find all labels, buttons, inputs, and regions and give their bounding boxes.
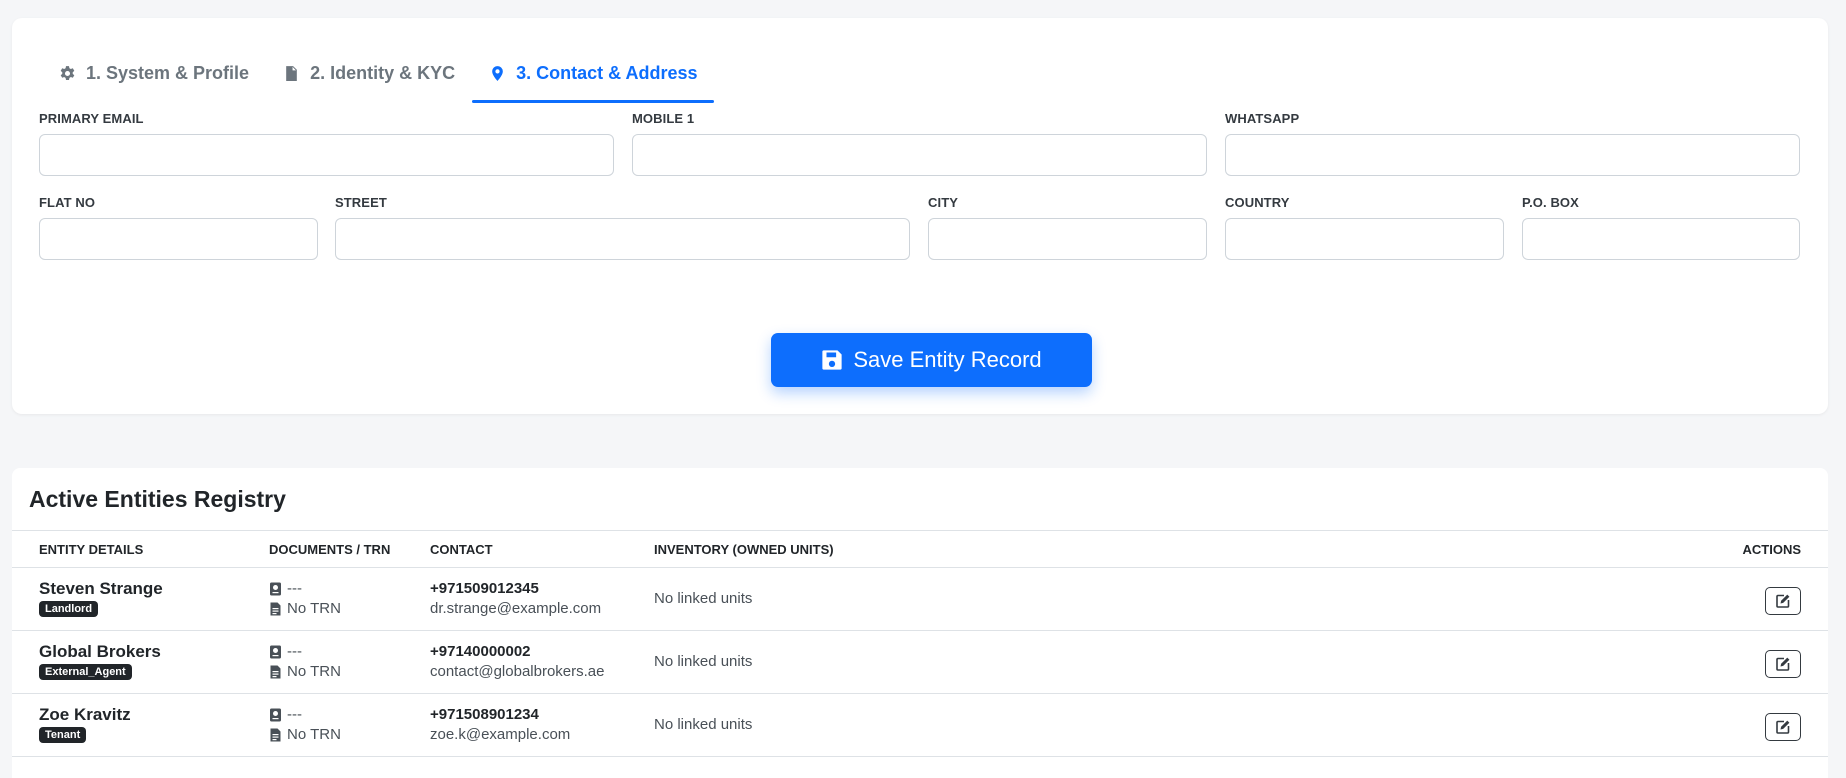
entities-registry-card: Active Entities Registry ENTITY DETAILS … <box>12 468 1828 778</box>
table-header: ENTITY DETAILS DOCUMENTS / TRN CONTACT I… <box>12 531 1828 568</box>
primary-email-group: PRIMARY EMAIL <box>39 111 614 176</box>
po-box-input[interactable] <box>1522 218 1800 260</box>
form-tabs: 1. System & Profile 2. Identity & KYC 3.… <box>42 44 715 103</box>
contact-phone: +97140000002 <box>430 643 531 660</box>
entity-details-cell: Steven Strange Landlord <box>39 579 163 617</box>
inventory-cell: No linked units <box>654 653 753 670</box>
trn-line: No TRN <box>269 662 341 682</box>
whatsapp-group: WHATSAPP <box>1225 111 1800 176</box>
file-invoice-icon <box>269 665 282 679</box>
contact-phone: +971508901234 <box>430 706 539 723</box>
contact-cell: +97140000002 contact@globalbrokers.ae <box>430 642 605 682</box>
documents-cell: --- No TRN <box>269 642 341 682</box>
trn-line: No TRN <box>269 725 341 745</box>
country-group: COUNTRY <box>1225 195 1504 260</box>
gear-icon <box>59 65 76 82</box>
column-header-actions: ACTIONS <box>1742 542 1802 557</box>
save-button-label: Save Entity Record <box>853 347 1042 372</box>
role-badge: Tenant <box>39 727 87 743</box>
mobile-1-input[interactable] <box>632 134 1207 176</box>
passport-line: --- <box>269 705 341 725</box>
column-header-entity-details: ENTITY DETAILS <box>39 542 144 557</box>
edit-icon <box>1775 656 1791 672</box>
documents-cell: --- No TRN <box>269 705 341 745</box>
whatsapp-input[interactable] <box>1225 134 1800 176</box>
tab-contact-address[interactable]: 3. Contact & Address <box>472 44 715 103</box>
column-header-documents-trn: DOCUMENTS / TRN <box>269 542 391 557</box>
mobile-1-label: MOBILE 1 <box>632 111 695 126</box>
passport-icon <box>269 645 282 659</box>
contact-phone: +971509012345 <box>430 580 539 597</box>
street-group: STREET <box>335 195 910 260</box>
entity-details-cell: Global Brokers External_Agent <box>39 642 161 680</box>
flat-no-label: FLAT NO <box>39 195 96 210</box>
edit-entity-button[interactable] <box>1765 650 1801 678</box>
entities-table: ENTITY DETAILS DOCUMENTS / TRN CONTACT I… <box>12 530 1828 757</box>
table-row: Steven Strange Landlord --- No TRN +9715… <box>12 568 1828 631</box>
column-header-inventory: INVENTORY (OWNED UNITS) <box>654 542 834 557</box>
column-header-contact: CONTACT <box>430 542 493 557</box>
contact-cell: +971509012345 dr.strange@example.com <box>430 579 601 619</box>
passport-line: --- <box>269 642 341 662</box>
entity-form-card: 1. System & Profile 2. Identity & KYC 3.… <box>12 18 1828 414</box>
table-row: Zoe Kravitz Tenant --- No TRN +971508901… <box>12 694 1828 757</box>
documents-cell: --- No TRN <box>269 579 341 619</box>
file-invoice-icon <box>269 602 282 616</box>
edit-entity-button[interactable] <box>1765 713 1801 741</box>
edit-entity-button[interactable] <box>1765 587 1801 615</box>
entity-name: Zoe Kravitz <box>39 705 131 724</box>
contact-email: contact@globalbrokers.ae <box>430 663 605 680</box>
passport-icon <box>269 708 282 722</box>
inventory-cell: No linked units <box>654 590 753 607</box>
registry-title: Active Entities Registry <box>29 486 286 512</box>
passport-value: --- <box>287 580 302 597</box>
po-box-group: P.O. BOX <box>1522 195 1800 260</box>
contact-cell: +971508901234 zoe.k@example.com <box>430 705 570 745</box>
flat-no-group: FLAT NO <box>39 195 318 260</box>
edit-icon <box>1775 719 1791 735</box>
save-entity-record-button[interactable]: Save Entity Record <box>771 333 1092 387</box>
file-invoice-icon <box>269 728 282 742</box>
edit-icon <box>1775 593 1791 609</box>
table-row: Global Brokers External_Agent --- No TRN… <box>12 631 1828 694</box>
flat-no-input[interactable] <box>39 218 318 260</box>
entity-name: Global Brokers <box>39 642 161 661</box>
street-label: STREET <box>335 195 387 210</box>
entity-details-cell: Zoe Kravitz Tenant <box>39 705 131 743</box>
floppy-disk-icon <box>821 349 843 371</box>
tab-label: 3. Contact & Address <box>516 63 698 83</box>
passport-value: --- <box>287 643 302 660</box>
country-label: COUNTRY <box>1225 195 1290 210</box>
role-badge: External_Agent <box>39 664 132 680</box>
contact-email: dr.strange@example.com <box>430 600 602 617</box>
passport-line: --- <box>269 579 341 599</box>
map-pin-icon <box>489 65 506 82</box>
entity-name: Steven Strange <box>39 579 163 598</box>
whatsapp-label: WHATSAPP <box>1225 111 1300 126</box>
street-input[interactable] <box>335 218 910 260</box>
contact-email: zoe.k@example.com <box>430 726 571 743</box>
document-icon <box>283 65 300 82</box>
trn-line: No TRN <box>269 599 341 619</box>
passport-icon <box>269 582 282 596</box>
inventory-cell: No linked units <box>654 716 753 733</box>
role-badge: Landlord <box>39 601 99 617</box>
primary-email-label: PRIMARY EMAIL <box>39 111 144 126</box>
passport-value: --- <box>287 706 302 723</box>
mobile-1-group: MOBILE 1 <box>632 111 1207 176</box>
trn-value: No TRN <box>287 663 341 680</box>
city-input[interactable] <box>928 218 1207 260</box>
city-group: CITY <box>928 195 1207 260</box>
trn-value: No TRN <box>287 726 341 743</box>
po-box-label: P.O. BOX <box>1522 195 1579 210</box>
tab-label: 2. Identity & KYC <box>310 63 456 83</box>
tab-system-profile[interactable]: 1. System & Profile <box>42 44 266 103</box>
city-label: CITY <box>928 195 959 210</box>
country-input[interactable] <box>1225 218 1504 260</box>
tab-identity-kyc[interactable]: 2. Identity & KYC <box>266 44 472 103</box>
tab-label: 1. System & Profile <box>86 63 250 83</box>
trn-value: No TRN <box>287 600 341 617</box>
primary-email-input[interactable] <box>39 134 614 176</box>
